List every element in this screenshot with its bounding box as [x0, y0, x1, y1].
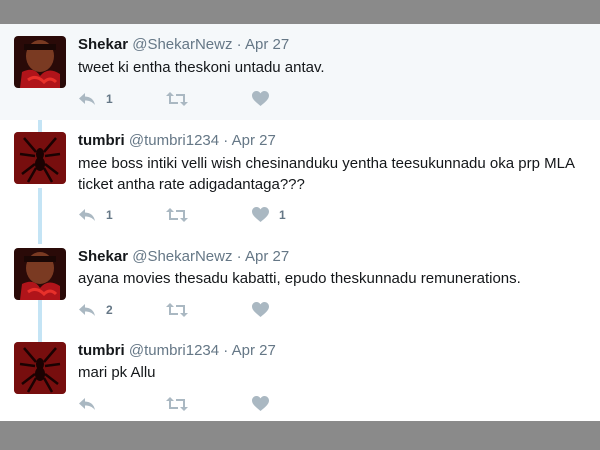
tweet[interactable]: tumbri @tumbri1234 · Apr 27 mee boss int… [0, 120, 600, 232]
tweet[interactable]: Shekar @ShekarNewz · Apr 27 ayana movies… [0, 232, 600, 328]
reply-count: 1 [106, 92, 113, 106]
reply-count: 1 [106, 208, 113, 222]
avatar[interactable] [14, 342, 66, 394]
tweet-date[interactable]: Apr 27 [232, 132, 276, 149]
separator: · [223, 132, 229, 149]
avatar[interactable] [14, 36, 66, 88]
retweet-icon [166, 208, 188, 222]
heart-icon [252, 396, 269, 411]
separator: · [236, 248, 242, 265]
heart-icon [252, 302, 269, 317]
tweet-date[interactable]: Apr 27 [245, 36, 289, 53]
user-name[interactable]: tumbri [78, 342, 125, 359]
tweet-text: tweet ki entha theskoni untadu antav. [78, 59, 325, 76]
retweet-icon [166, 92, 188, 106]
user-name[interactable]: Shekar [78, 36, 128, 53]
reply-icon [79, 398, 95, 410]
tweet-date[interactable]: Apr 27 [245, 248, 289, 265]
retweet-icon [166, 303, 188, 317]
top-border-band [0, 0, 600, 24]
bottom-border-band [0, 421, 600, 450]
separator: · [223, 342, 229, 359]
reply-button[interactable] [78, 395, 96, 413]
tweet[interactable]: tumbri @tumbri1234 · Apr 27 mari pk Allu [0, 328, 600, 421]
retweet-icon [166, 397, 188, 411]
heart-icon [252, 207, 269, 222]
reply-button[interactable]: 2 [78, 301, 113, 319]
like-button[interactable] [252, 301, 269, 319]
reply-icon [79, 304, 95, 316]
tweet-text: ayana movies thesadu kabatti, epudo thes… [78, 270, 521, 287]
user-name[interactable]: tumbri [78, 132, 125, 149]
tweet[interactable]: Shekar @ShekarNewz · Apr 27 tweet ki ent… [0, 24, 600, 120]
tweet-text: mari pk Allu [78, 364, 156, 381]
like-button[interactable]: 1 [252, 206, 286, 224]
avatar[interactable] [14, 132, 66, 184]
separator: · [236, 36, 242, 53]
reply-button[interactable]: 1 [78, 90, 113, 108]
user-name[interactable]: Shekar [78, 248, 128, 265]
retweet-button[interactable] [166, 206, 188, 224]
user-handle[interactable]: @tumbri1234 [129, 342, 219, 359]
avatar[interactable] [14, 248, 66, 300]
retweet-button[interactable] [166, 395, 188, 413]
like-button[interactable] [252, 90, 269, 108]
retweet-button[interactable] [166, 90, 188, 108]
reply-icon [79, 209, 95, 221]
user-handle[interactable]: @ShekarNewz [132, 36, 232, 53]
user-handle[interactable]: @ShekarNewz [132, 248, 232, 265]
user-handle[interactable]: @tumbri1234 [129, 132, 219, 149]
like-button[interactable] [252, 395, 269, 413]
reply-count: 2 [106, 303, 113, 317]
reply-button[interactable]: 1 [78, 206, 113, 224]
heart-icon [252, 91, 269, 106]
retweet-button[interactable] [166, 301, 188, 319]
reply-icon [79, 93, 95, 105]
tweet-text: mee boss intiki velli wish chesinanduku … [78, 155, 575, 193]
like-count: 1 [279, 208, 286, 222]
tweet-date[interactable]: Apr 27 [232, 342, 276, 359]
